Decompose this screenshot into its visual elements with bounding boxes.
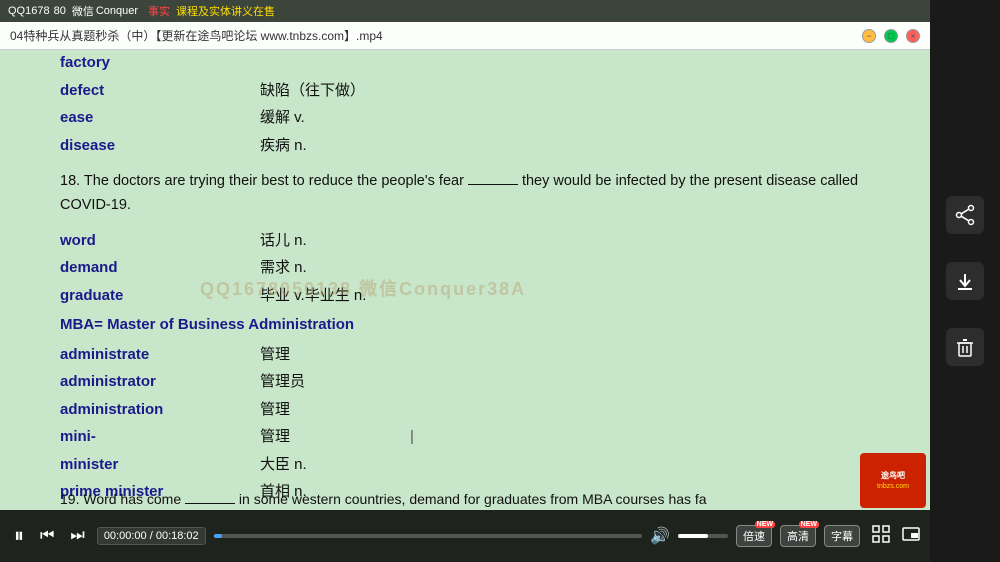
subtitle-button[interactable]: 字幕 [824, 525, 860, 547]
vocab-row-graduate: graduate 毕业 v.毕业生 n. [60, 283, 870, 309]
text-area: factory defect 缺陷（往下做） ease 缓解 v. diseas… [60, 50, 870, 502]
watermark-red: 事实 [148, 3, 170, 19]
vocab-en-factory: factory [60, 50, 200, 76]
vocab-zh-administration: 管理 [260, 397, 290, 423]
vocab-en-ease: ease [60, 105, 200, 131]
next-button[interactable]: ⏭ [66, 525, 88, 547]
speed-label: 倍速 [743, 528, 765, 544]
subtitle-label: 字幕 [831, 528, 853, 544]
vocab-row-minister: minister 大臣 n. [60, 452, 870, 478]
vocab-zh-minister: 大臣 n. [260, 452, 307, 478]
minimize-button[interactable]: − [862, 29, 876, 43]
vocab-zh-administrator: 管理员 [260, 369, 305, 395]
volume-fill [678, 534, 708, 538]
window-controls: − □ × [862, 29, 920, 43]
pip-button[interactable] [902, 527, 920, 546]
blank-2 [185, 503, 235, 504]
vocab-row-administration: administration 管理 [60, 397, 870, 423]
top-watermark-bar: QQ1678 80 微信 Conquer 事实 课程及实体讲义在售 [0, 0, 930, 22]
watermark-yellow: 课程及实体讲义在售 [176, 3, 275, 19]
watermark-wx-label: 微信 [72, 3, 94, 19]
vocab-en-defect: defect [60, 78, 200, 104]
vocab-zh-ease: 缓解 v. [260, 105, 305, 131]
title-bar: 04特种兵从真题秒杀（中）【更新在途鸟吧论坛 www.tnbzs.com】.mp… [0, 22, 930, 50]
close-button[interactable]: × [906, 29, 920, 43]
speed-new-badge: NEW [755, 521, 775, 528]
watermark-id: 80 [54, 5, 66, 17]
vocab-en-administrate: administrate [60, 342, 200, 368]
vocab-zh-demand: 需求 n. [260, 255, 307, 281]
vocab-row-administrator: administrator 管理员 [60, 369, 870, 395]
vocab-row-demand: demand 需求 n. [60, 255, 870, 281]
vocab-zh-administrate: 管理 [260, 342, 290, 368]
time-display: 00:00:00 / 00:18:02 [97, 527, 206, 545]
vocab-en-administration: administration [60, 397, 200, 423]
video-container: QQ1678 80 微信 Conquer 事实 课程及实体讲义在售 04特种兵从… [0, 0, 1000, 562]
volume-bar[interactable] [678, 534, 728, 538]
quality-new-badge: NEW [799, 521, 819, 528]
pause-button[interactable]: ⏸ [10, 523, 28, 550]
right-sidebar [930, 0, 1000, 562]
vocab-row-factory: factory [60, 50, 870, 76]
maximize-button[interactable]: □ [884, 29, 898, 43]
mba-row: MBA= Master of Business Administration [60, 312, 870, 338]
progress-bar[interactable] [214, 534, 642, 538]
delete-button[interactable] [946, 328, 984, 366]
vocab-en-disease: disease [60, 133, 200, 159]
vocab-en-administrator: administrator [60, 369, 200, 395]
logo-subtext: tnbzs.com [877, 483, 909, 490]
bottom-controls[interactable]: ⏸ ⏮ ⏭ 00:00:00 / 00:18:02 🔊 NEW [0, 510, 930, 562]
vocab-zh-word: 话儿 n. [260, 228, 307, 254]
watermark-wx-id: Conquer [96, 5, 138, 17]
cursor-position: | [410, 424, 414, 450]
vocab-en-mini: mini- [60, 424, 200, 450]
vocab-en-graduate: graduate [60, 283, 200, 309]
bottom-sentence: 19. Word has come in some western countr… [60, 489, 790, 510]
watermark-qq: QQ1678 [8, 5, 50, 17]
progress-fill [214, 534, 223, 538]
tnbzs-logo: 途鸟吧 tnbzs.com [860, 453, 926, 508]
vocab-zh-graduate: 毕业 v.毕业生 n. [260, 283, 366, 309]
vocab-zh-mini: 管理 [260, 424, 290, 450]
window-title: 04特种兵从真题秒杀（中）【更新在途鸟吧论坛 www.tnbzs.com】.mp… [10, 27, 862, 44]
volume-icon[interactable]: 🔊 [650, 526, 670, 546]
video-content: QQ1678 80 微信 Conquer 事实 课程及实体讲义在售 04特种兵从… [0, 0, 930, 562]
current-time: 00:00:00 [104, 530, 147, 542]
vocab-row-word: word 话儿 n. [60, 228, 870, 254]
speed-button[interactable]: NEW 倍速 [736, 525, 772, 547]
logo-text: 途鸟吧 [881, 471, 905, 481]
download-button[interactable] [946, 262, 984, 300]
vocab-row-disease: disease 疾病 n. [60, 133, 870, 159]
vocab-en-minister: minister [60, 452, 200, 478]
fullscreen-button[interactable] [872, 525, 890, 548]
quality-button[interactable]: NEW 高清 [780, 525, 816, 547]
vocab-en-demand: demand [60, 255, 200, 281]
sentence-1: 18. The doctors are trying their best to… [60, 170, 870, 218]
vocab-row-administrate: administrate 管理 [60, 342, 870, 368]
vocab-row-mini: mini- 管理 | [60, 424, 870, 450]
vocab-row-ease: ease 缓解 v. [60, 105, 870, 131]
blank-1 [468, 184, 518, 185]
prev-button[interactable]: ⏮ [36, 525, 58, 547]
share-button[interactable] [946, 196, 984, 234]
total-time: 00:18:02 [156, 530, 199, 542]
quality-label: 高清 [787, 528, 809, 544]
vocab-zh-disease: 疾病 n. [260, 133, 307, 159]
vocab-row-defect: defect 缺陷（往下做） [60, 78, 870, 104]
vocab-en-word: word [60, 228, 200, 254]
vocab-zh-defect: 缺陷（往下做） [260, 78, 365, 104]
